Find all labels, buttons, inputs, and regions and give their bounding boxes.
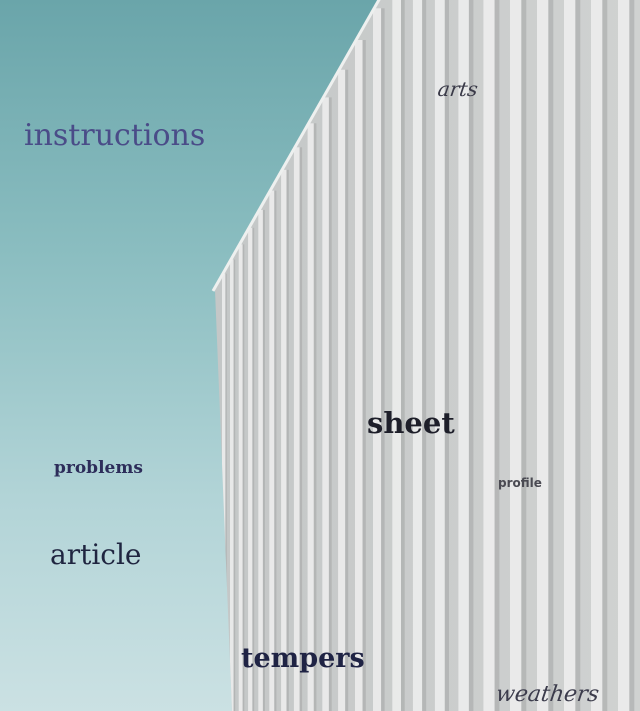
word-arts: arts bbox=[436, 77, 480, 101]
fin-shadow bbox=[252, 227, 255, 711]
fin-highlight bbox=[322, 97, 329, 711]
word-sheet: sheet bbox=[367, 406, 455, 440]
fin-shadow bbox=[494, 0, 500, 711]
fin-highlight bbox=[537, 0, 549, 711]
word-problems: problems bbox=[54, 458, 143, 478]
fin-highlight bbox=[591, 0, 603, 711]
photo-scene: instructions arts sheet problems profile… bbox=[0, 0, 640, 711]
fin-highlight bbox=[307, 123, 314, 711]
fin-highlight bbox=[338, 69, 346, 711]
fin-shadow bbox=[468, 0, 474, 711]
fin-highlight bbox=[269, 190, 275, 711]
fin-shadow bbox=[328, 97, 332, 711]
fin-highlight bbox=[293, 147, 300, 711]
fin-highlight bbox=[412, 0, 423, 711]
fin-shadow bbox=[274, 190, 277, 711]
fin-shadow bbox=[313, 123, 317, 711]
word-profile: profile bbox=[498, 476, 542, 490]
fin-highlight bbox=[355, 40, 363, 711]
word-weathers: weathers bbox=[494, 682, 601, 707]
fin-shadow bbox=[286, 169, 289, 711]
word-tempers: tempers bbox=[241, 643, 365, 674]
fin-highlight bbox=[222, 273, 226, 711]
fin-highlight bbox=[373, 8, 382, 711]
fin-highlight bbox=[392, 0, 401, 711]
fin-highlight bbox=[458, 0, 469, 711]
fin-shadow bbox=[602, 0, 608, 711]
fin-highlight bbox=[238, 244, 243, 711]
fin-shadow bbox=[299, 147, 303, 711]
fin-shadow bbox=[233, 259, 236, 711]
fin-shadow bbox=[629, 0, 635, 711]
fin-shadow bbox=[444, 0, 449, 711]
fin-shadow bbox=[345, 69, 349, 711]
fin-shadow bbox=[362, 40, 366, 711]
fin-highlight bbox=[230, 259, 234, 711]
word-instructions: instructions bbox=[24, 118, 206, 153]
fin-shadow bbox=[262, 209, 265, 711]
fin-shadow bbox=[575, 0, 581, 711]
word-article: article bbox=[50, 538, 142, 571]
fin-highlight bbox=[248, 227, 253, 711]
fin-highlight bbox=[510, 0, 522, 711]
fin-shadow bbox=[242, 244, 245, 711]
fin-shadow bbox=[225, 273, 227, 711]
fin-highlight bbox=[618, 0, 630, 711]
fin-highlight bbox=[258, 209, 263, 711]
fin-highlight bbox=[564, 0, 576, 711]
fin-shadow bbox=[422, 0, 427, 711]
fin-highlight bbox=[483, 0, 495, 711]
fin-shadow bbox=[401, 0, 405, 711]
fin-highlight bbox=[434, 0, 445, 711]
fin-shadow bbox=[548, 0, 554, 711]
fin-shadow bbox=[521, 0, 527, 711]
fin-highlight bbox=[281, 169, 287, 711]
fin-shadow bbox=[381, 8, 385, 711]
building-facade bbox=[211, 0, 640, 711]
